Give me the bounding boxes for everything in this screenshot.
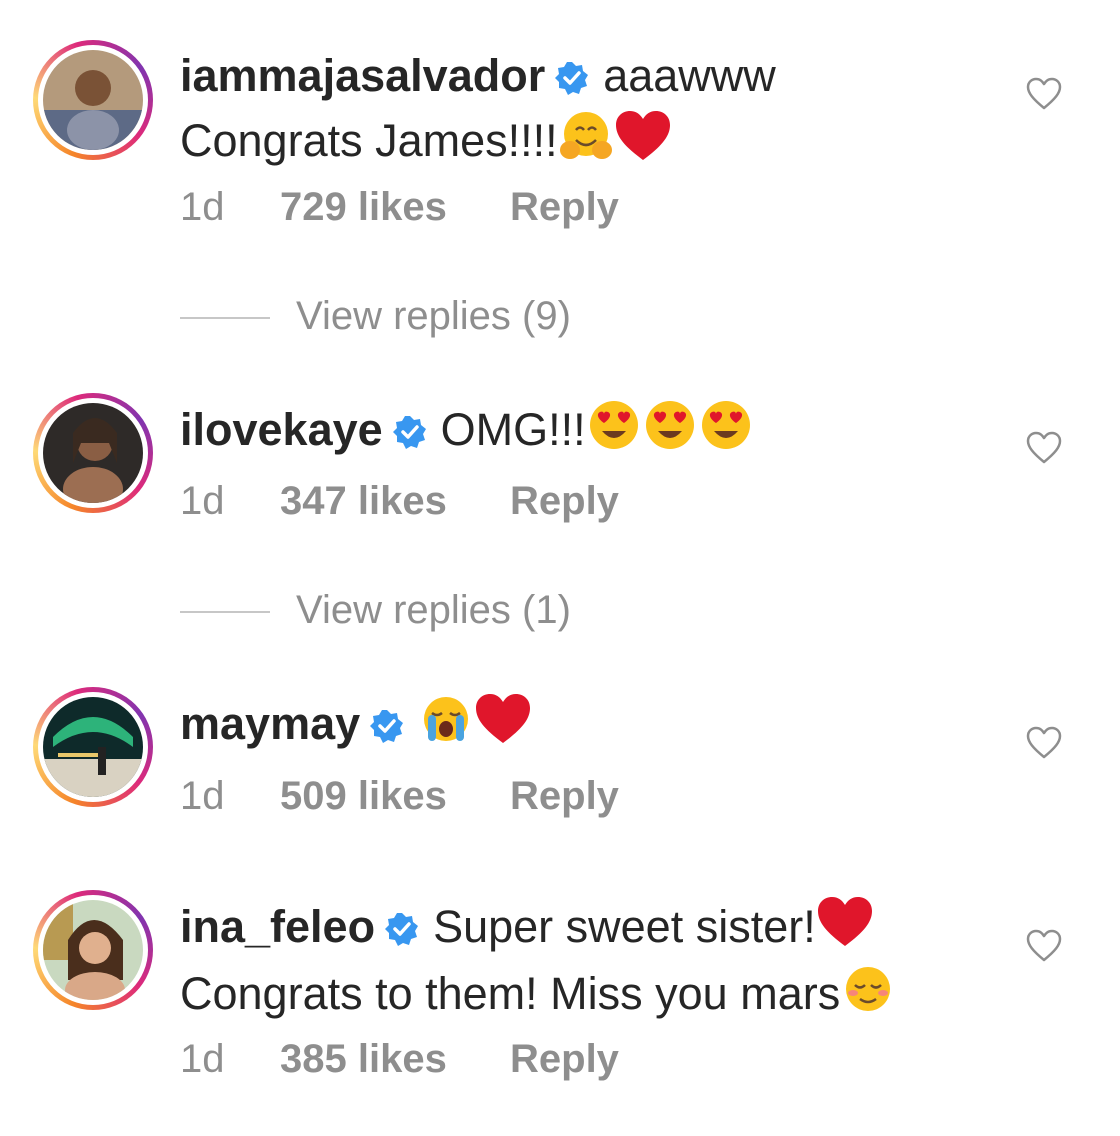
reply-button[interactable]: Reply <box>510 185 619 230</box>
comment-meta: 1d 729 likes Reply <box>180 185 619 230</box>
comment-meta: 1d 347 likes Reply <box>180 479 619 524</box>
comment-text: Congrats James!!!! <box>180 115 558 166</box>
hugging-face-emoji <box>558 110 614 177</box>
username[interactable]: ilovekaye <box>180 404 383 455</box>
avatar[interactable] <box>33 687 153 807</box>
verified-badge-icon <box>385 901 419 961</box>
comment-body: maymay <box>180 693 1000 760</box>
timestamp: 1d <box>180 774 225 818</box>
heart-eyes-emoji <box>642 399 698 466</box>
view-replies-button[interactable]: View replies (9) <box>180 294 571 339</box>
verified-badge-icon <box>555 50 589 110</box>
heart-eyes-emoji <box>698 399 754 466</box>
comment-meta: 1d 385 likes Reply <box>180 1037 619 1082</box>
username[interactable]: ina_feleo <box>180 901 375 952</box>
view-replies-button[interactable]: View replies (1) <box>180 588 571 633</box>
red-heart-emoji <box>474 693 532 760</box>
red-heart-emoji <box>816 896 874 963</box>
divider-line <box>180 317 270 320</box>
reply-button[interactable]: Reply <box>510 1037 619 1082</box>
likes-count[interactable]: 509 likes <box>280 774 510 819</box>
verified-badge-icon <box>392 404 427 464</box>
comment-body: ilovekaye OMG!!! <box>180 399 1000 466</box>
comment-text: Super sweet sister! <box>433 901 816 952</box>
comments-list: iammajasalvador aaawww Congrats James!!!!… <box>0 0 1120 1136</box>
timestamp: 1d <box>180 185 225 229</box>
timestamp: 1d <box>180 479 225 523</box>
comment-text: aaawww <box>603 50 776 101</box>
like-heart-icon[interactable] <box>1026 77 1062 111</box>
verified-badge-icon <box>370 698 404 758</box>
avatar[interactable] <box>33 393 153 513</box>
view-replies-label: View replies (9) <box>296 294 571 338</box>
username[interactable]: maymay <box>180 698 360 749</box>
like-heart-icon[interactable] <box>1026 431 1062 465</box>
view-replies-label: View replies (1) <box>296 588 571 632</box>
like-heart-icon[interactable] <box>1026 929 1062 963</box>
timestamp: 1d <box>180 1037 225 1081</box>
comment-text: Congrats to them! Miss you mars <box>180 968 841 1019</box>
likes-count[interactable]: 729 likes <box>280 185 510 230</box>
reply-button[interactable]: Reply <box>510 774 619 819</box>
comment-meta: 1d 509 likes Reply <box>180 774 619 819</box>
like-heart-icon[interactable] <box>1026 726 1062 760</box>
divider-line <box>180 611 270 614</box>
avatar[interactable] <box>33 40 153 160</box>
username[interactable]: iammajasalvador <box>180 50 545 101</box>
heart-eyes-emoji <box>586 399 642 466</box>
red-heart-emoji <box>614 110 672 177</box>
comment-body: ina_feleo Super sweet sister! Congrats to… <box>180 896 1000 1030</box>
avatar[interactable] <box>33 890 153 1010</box>
likes-count[interactable]: 347 likes <box>280 479 510 524</box>
comment-body: iammajasalvador aaawww Congrats James!!!! <box>180 46 1000 177</box>
reply-button[interactable]: Reply <box>510 479 619 524</box>
comment-text: OMG!!! <box>440 404 586 455</box>
loudly-crying-face-emoji <box>418 693 474 760</box>
relieved-face-emoji <box>840 963 896 1030</box>
likes-count[interactable]: 385 likes <box>280 1037 510 1082</box>
